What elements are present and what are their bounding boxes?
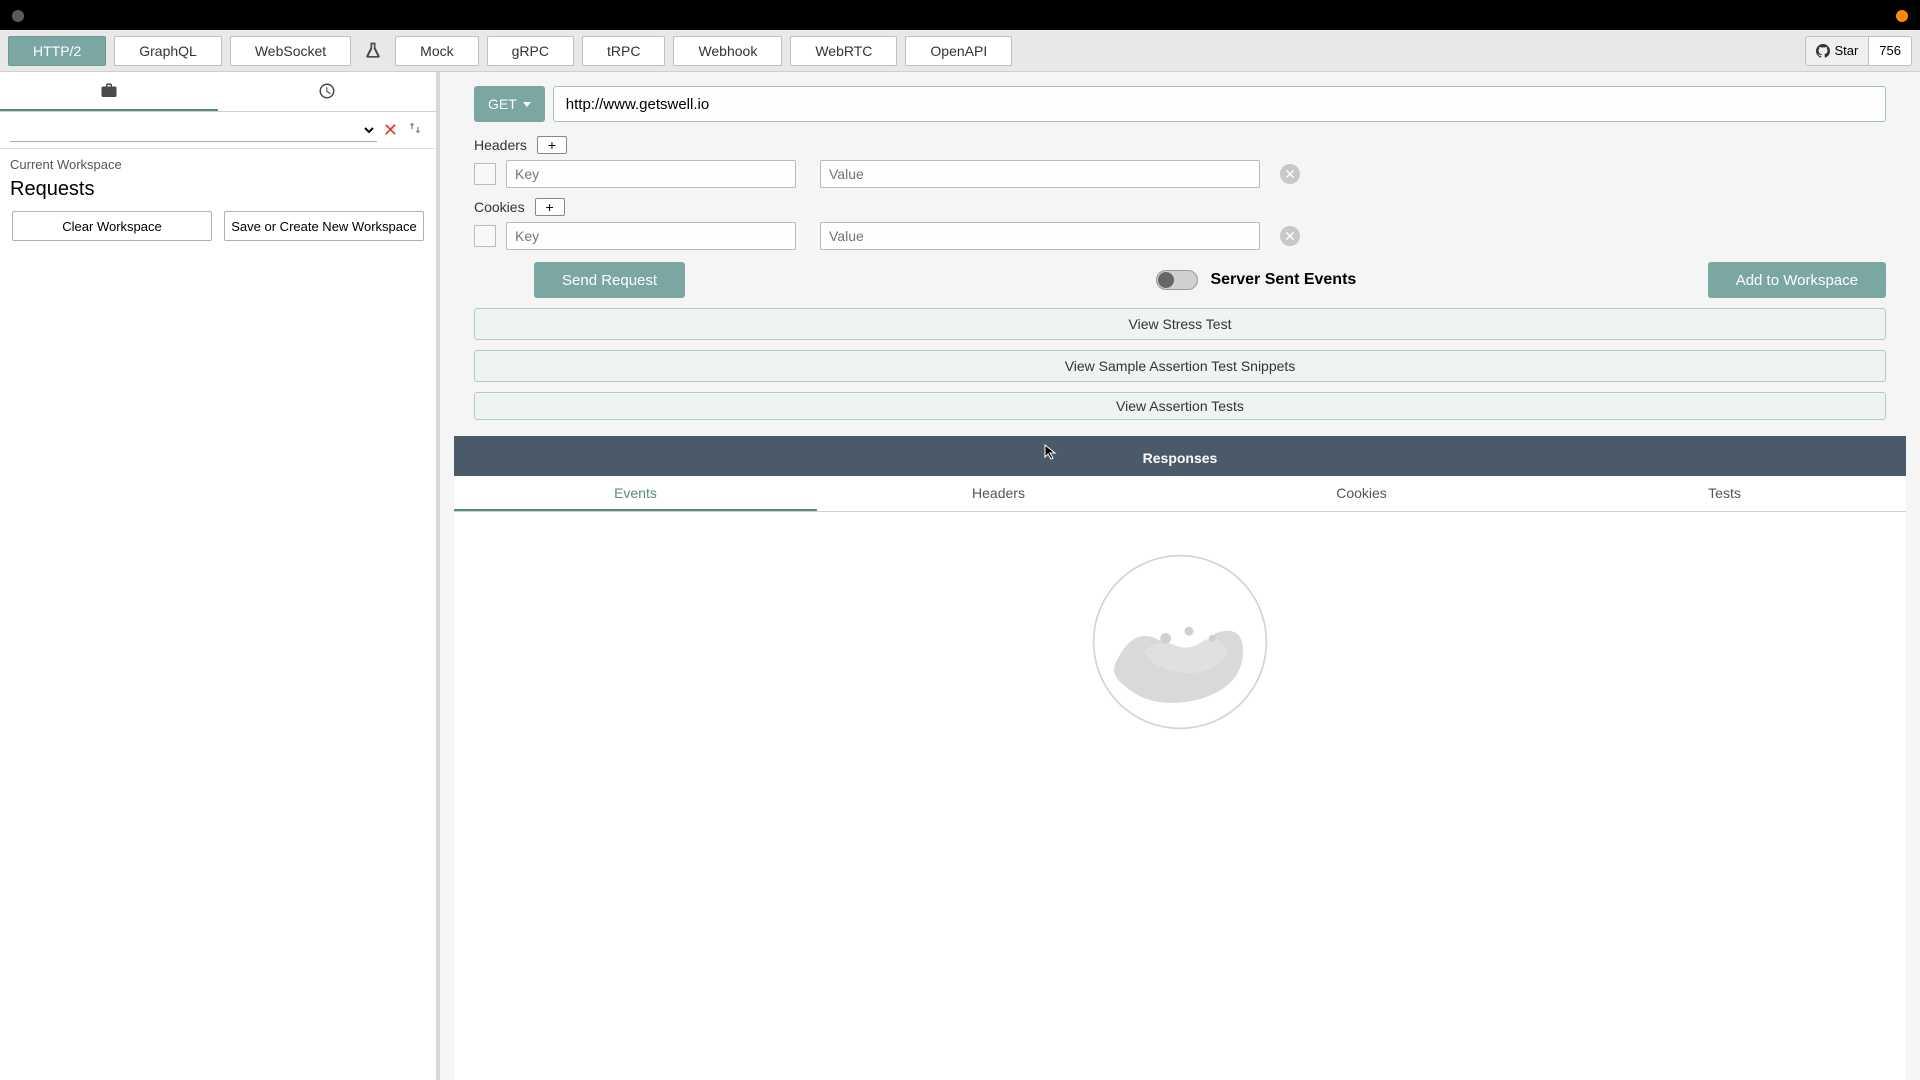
save-workspace-button[interactable]: Save or Create New Workspace bbox=[224, 211, 424, 241]
clear-workspace-button[interactable]: Clear Workspace bbox=[12, 211, 212, 241]
traffic-light-icon bbox=[1896, 10, 1908, 22]
sidebar-tab-history[interactable] bbox=[218, 72, 436, 111]
sidebar-tab-workspace[interactable] bbox=[0, 72, 218, 111]
clock-icon bbox=[318, 82, 336, 100]
view-assertion-tests-button[interactable]: View Assertion Tests bbox=[474, 392, 1886, 420]
wave-logo-icon bbox=[1090, 552, 1270, 732]
response-tab-tests[interactable]: Tests bbox=[1543, 476, 1906, 511]
add-header-button[interactable]: + bbox=[537, 136, 567, 154]
protocol-tab-http2[interactable]: HTTP/2 bbox=[8, 36, 106, 66]
add-to-workspace-button[interactable]: Add to Workspace bbox=[1708, 262, 1886, 298]
sort-button[interactable] bbox=[404, 121, 426, 140]
cookies-label: Cookies bbox=[474, 199, 525, 215]
sort-icon bbox=[408, 121, 422, 135]
url-input[interactable] bbox=[553, 86, 1886, 122]
cookie-enable-checkbox[interactable] bbox=[474, 225, 496, 247]
protocol-tab-graphql[interactable]: GraphQL bbox=[114, 36, 222, 66]
traffic-light-icon bbox=[12, 10, 24, 22]
delete-header-button[interactable]: ✕ bbox=[1280, 164, 1300, 184]
flask-icon bbox=[363, 41, 383, 61]
github-star-widget[interactable]: Star 756 bbox=[1805, 36, 1912, 66]
response-tab-headers[interactable]: Headers bbox=[817, 476, 1180, 511]
protocol-nav: HTTP/2 GraphQL WebSocket Mock gRPC tRPC … bbox=[0, 30, 1920, 72]
requests-heading: Requests bbox=[0, 174, 436, 211]
header-key-input[interactable] bbox=[506, 160, 796, 188]
http-method-label: GET bbox=[488, 96, 517, 112]
protocol-tab-websocket[interactable]: WebSocket bbox=[230, 36, 351, 66]
workspace-label: Current Workspace bbox=[0, 149, 436, 174]
header-enable-checkbox[interactable] bbox=[474, 163, 496, 185]
response-tab-cookies[interactable]: Cookies bbox=[1180, 476, 1543, 511]
sse-label: Server Sent Events bbox=[1210, 271, 1356, 289]
main-panel: GET Headers + ✕ Cookies bbox=[440, 72, 1920, 1080]
cookie-value-input[interactable] bbox=[820, 222, 1260, 250]
clear-select-button[interactable]: ✕ bbox=[377, 120, 404, 141]
responses-heading: Responses bbox=[454, 440, 1906, 476]
http-method-select[interactable]: GET bbox=[474, 86, 545, 122]
protocol-tab-openapi[interactable]: OpenAPI bbox=[905, 36, 1012, 66]
protocol-tab-mock[interactable]: Mock bbox=[395, 36, 478, 66]
sse-toggle[interactable] bbox=[1156, 270, 1198, 290]
view-assertion-snippets-button[interactable]: View Sample Assertion Test Snippets bbox=[474, 350, 1886, 382]
workspace-select[interactable] bbox=[10, 118, 377, 142]
cookie-key-input[interactable] bbox=[506, 222, 796, 250]
send-request-button[interactable]: Send Request bbox=[534, 262, 685, 298]
sidebar: ✕ Current Workspace Requests Clear Works… bbox=[0, 72, 440, 1080]
add-cookie-button[interactable]: + bbox=[535, 198, 565, 216]
briefcase-icon bbox=[100, 82, 118, 100]
responses-panel: Responses Events Headers Cookies Tests bbox=[454, 436, 1906, 1080]
github-star-label: Star bbox=[1834, 43, 1858, 58]
protocol-tab-grpc[interactable]: gRPC bbox=[487, 36, 574, 66]
response-tab-events[interactable]: Events bbox=[454, 476, 817, 511]
window-titlebar bbox=[0, 0, 1920, 30]
header-value-input[interactable] bbox=[820, 160, 1260, 188]
protocol-tab-webrtc[interactable]: WebRTC bbox=[790, 36, 897, 66]
headers-label: Headers bbox=[474, 137, 527, 153]
github-star-count: 756 bbox=[1869, 37, 1911, 65]
chevron-down-icon bbox=[523, 102, 531, 107]
protocol-tab-trpc[interactable]: tRPC bbox=[582, 36, 665, 66]
protocol-tab-webhook[interactable]: Webhook bbox=[673, 36, 782, 66]
github-icon bbox=[1816, 44, 1830, 58]
delete-cookie-button[interactable]: ✕ bbox=[1280, 226, 1300, 246]
view-stress-test-button[interactable]: View Stress Test bbox=[474, 308, 1886, 340]
